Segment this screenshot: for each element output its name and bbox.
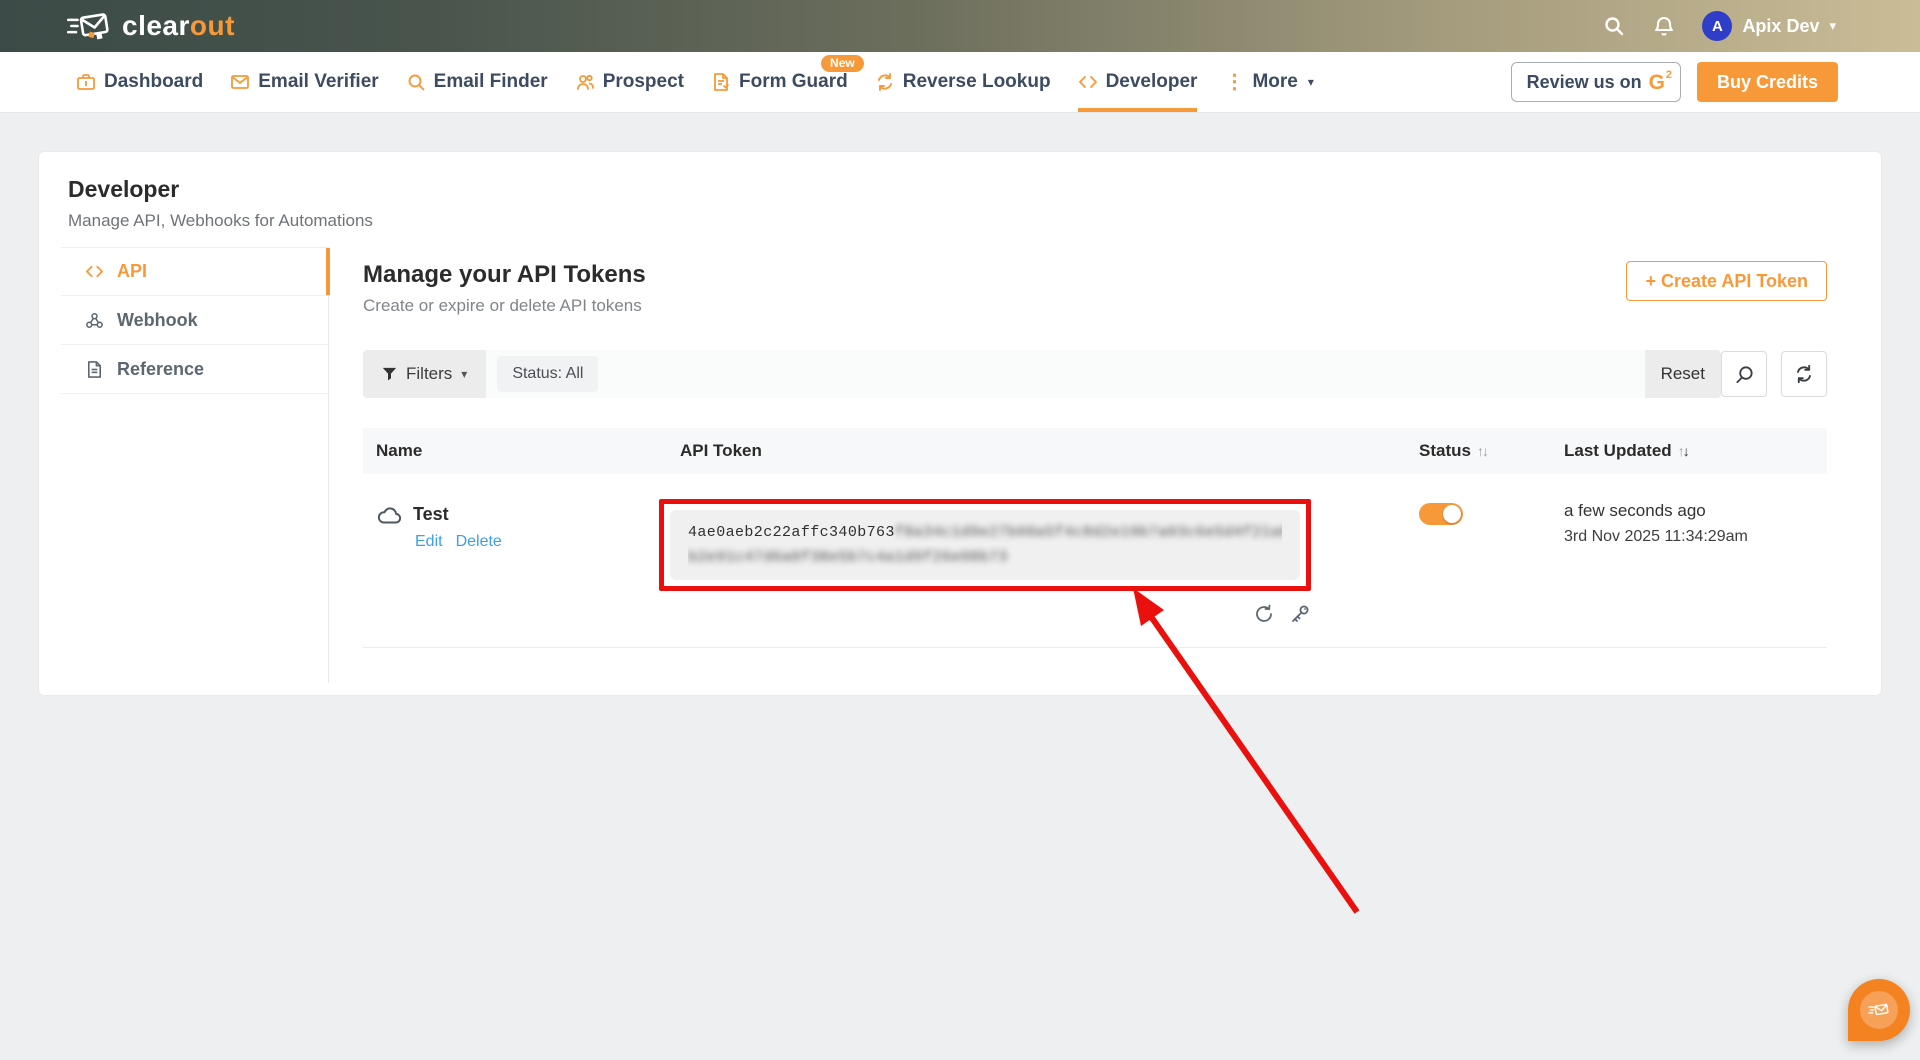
envelope-icon xyxy=(230,72,250,92)
regenerate-token-icon[interactable] xyxy=(1253,603,1275,625)
magnifier-icon xyxy=(1734,364,1755,385)
funnel-icon xyxy=(382,367,397,382)
user-name: Apix Dev xyxy=(1742,16,1819,37)
create-api-token-button[interactable]: + Create API Token xyxy=(1626,261,1827,301)
search-tokens-button[interactable] xyxy=(1721,351,1767,397)
user-menu[interactable]: A Apix Dev ▾ xyxy=(1702,11,1836,41)
code-icon xyxy=(85,262,104,281)
chevron-down-icon: ▾ xyxy=(1829,18,1836,34)
form-guard-icon xyxy=(711,72,731,92)
g2-logo-icon: G2 xyxy=(1649,72,1665,93)
new-badge: New xyxy=(821,55,864,72)
chevron-down-icon: ▾ xyxy=(1308,75,1314,89)
chat-envelope-icon xyxy=(1860,991,1898,1029)
status-toggle[interactable] xyxy=(1419,503,1463,525)
annotation-highlight-box: 4ae0aeb2c22affc340b763f8a34c1d9e27b60a5f… xyxy=(659,499,1311,591)
primary-nav: Dashboard Email Verifier Email Finder xyxy=(0,52,1920,113)
vertical-dots-icon: ⋮ xyxy=(1224,72,1244,92)
column-last-updated[interactable]: Last Updated ↑↓ xyxy=(1551,441,1827,461)
nav-item-developer[interactable]: Developer xyxy=(1078,52,1198,112)
review-us-button[interactable]: Review us on G2 xyxy=(1511,62,1681,102)
notifications-bell-icon[interactable] xyxy=(1652,14,1676,38)
api-tokens-table: Name API Token Status ↑↓ Last Updated ↑↓ xyxy=(363,428,1827,648)
section-title: Manage your API Tokens xyxy=(363,261,646,289)
nav-item-email-verifier[interactable]: Email Verifier xyxy=(230,52,378,112)
edit-link[interactable]: Edit xyxy=(415,533,443,551)
nav-item-more[interactable]: ⋮ More ▾ xyxy=(1224,52,1313,112)
cloud-icon xyxy=(376,505,403,525)
api-token-value[interactable]: 4ae0aeb2c22affc340b763f8a34c1d9e27b60a5f… xyxy=(670,510,1300,580)
people-icon xyxy=(575,72,595,92)
column-status[interactable]: Status ↑↓ xyxy=(1406,441,1551,461)
webhook-icon xyxy=(85,311,104,330)
topbar: clearout A Apix Dev ▾ xyxy=(0,0,1920,52)
column-api-token: API Token xyxy=(667,441,1406,461)
clearout-logo[interactable]: clearout xyxy=(66,10,235,42)
redacted-token-segment: b2e91c47d6a0f38e5b7c4a1d9f26e08b73 xyxy=(688,549,1008,566)
sort-icons: ↑↓ xyxy=(1477,443,1487,459)
search-icon[interactable] xyxy=(1602,14,1626,38)
delete-link[interactable]: Delete xyxy=(456,533,502,551)
magnifier-icon xyxy=(406,72,426,92)
key-icon[interactable] xyxy=(1289,603,1311,625)
redacted-token-segment: f8a34c1d9e27b60a5f4c8d2e19b7a03c6e5d4f21… xyxy=(895,524,1282,541)
table-header: Name API Token Status ↑↓ Last Updated ↑↓ xyxy=(363,428,1827,474)
brand-wordmark: clearout xyxy=(122,10,235,42)
filters-dropdown[interactable]: Filters ▾ xyxy=(363,350,486,398)
nav-item-reverse-lookup[interactable]: Reverse Lookup xyxy=(875,52,1051,112)
reset-filters-button[interactable]: Reset xyxy=(1645,350,1721,398)
page-subtitle: Manage API, Webhooks for Automations xyxy=(68,211,1851,231)
developer-card: Developer Manage API, Webhooks for Autom… xyxy=(38,151,1882,696)
table-row: Test Edit Delete 4ae0aeb2c22affc340b763f… xyxy=(363,474,1827,648)
chat-launcher-button[interactable] xyxy=(1848,979,1910,1041)
nav-item-dashboard[interactable]: Dashboard xyxy=(76,52,203,112)
sidebar-item-reference[interactable]: Reference xyxy=(61,345,328,394)
updated-timestamp: 3rd Nov 2025 11:34:29am xyxy=(1564,528,1827,546)
section-subtitle: Create or expire or delete API tokens xyxy=(363,296,646,316)
document-icon xyxy=(85,360,104,379)
buy-credits-button[interactable]: Buy Credits xyxy=(1697,62,1838,102)
page-title: Developer xyxy=(68,176,1851,203)
envelope-logo-icon xyxy=(66,10,112,42)
avatar: A xyxy=(1702,11,1732,41)
updated-relative: a few seconds ago xyxy=(1564,501,1827,521)
code-icon xyxy=(1078,72,1098,92)
nav-item-form-guard[interactable]: New Form Guard xyxy=(711,52,848,112)
filters-toolbar: Filters ▾ Status: All Reset xyxy=(363,350,1827,398)
nav-item-prospect[interactable]: Prospect xyxy=(575,52,684,112)
token-name: Test xyxy=(413,504,449,525)
refresh-list-button[interactable] xyxy=(1781,351,1827,397)
sidebar-item-api[interactable]: API xyxy=(61,247,328,296)
nav-item-email-finder[interactable]: Email Finder xyxy=(406,52,548,112)
column-name: Name xyxy=(363,441,667,461)
sync-arrows-icon xyxy=(875,72,895,92)
chevron-down-icon: ▾ xyxy=(461,367,467,381)
status-filter-chip[interactable]: Status: All xyxy=(497,356,598,392)
refresh-icon xyxy=(1794,364,1814,384)
sidebar-item-webhook[interactable]: Webhook xyxy=(61,296,328,345)
developer-sidebar: API Webhook Reference xyxy=(61,247,329,683)
sort-icons: ↑↓ xyxy=(1678,443,1688,459)
briefcase-icon xyxy=(76,72,96,92)
